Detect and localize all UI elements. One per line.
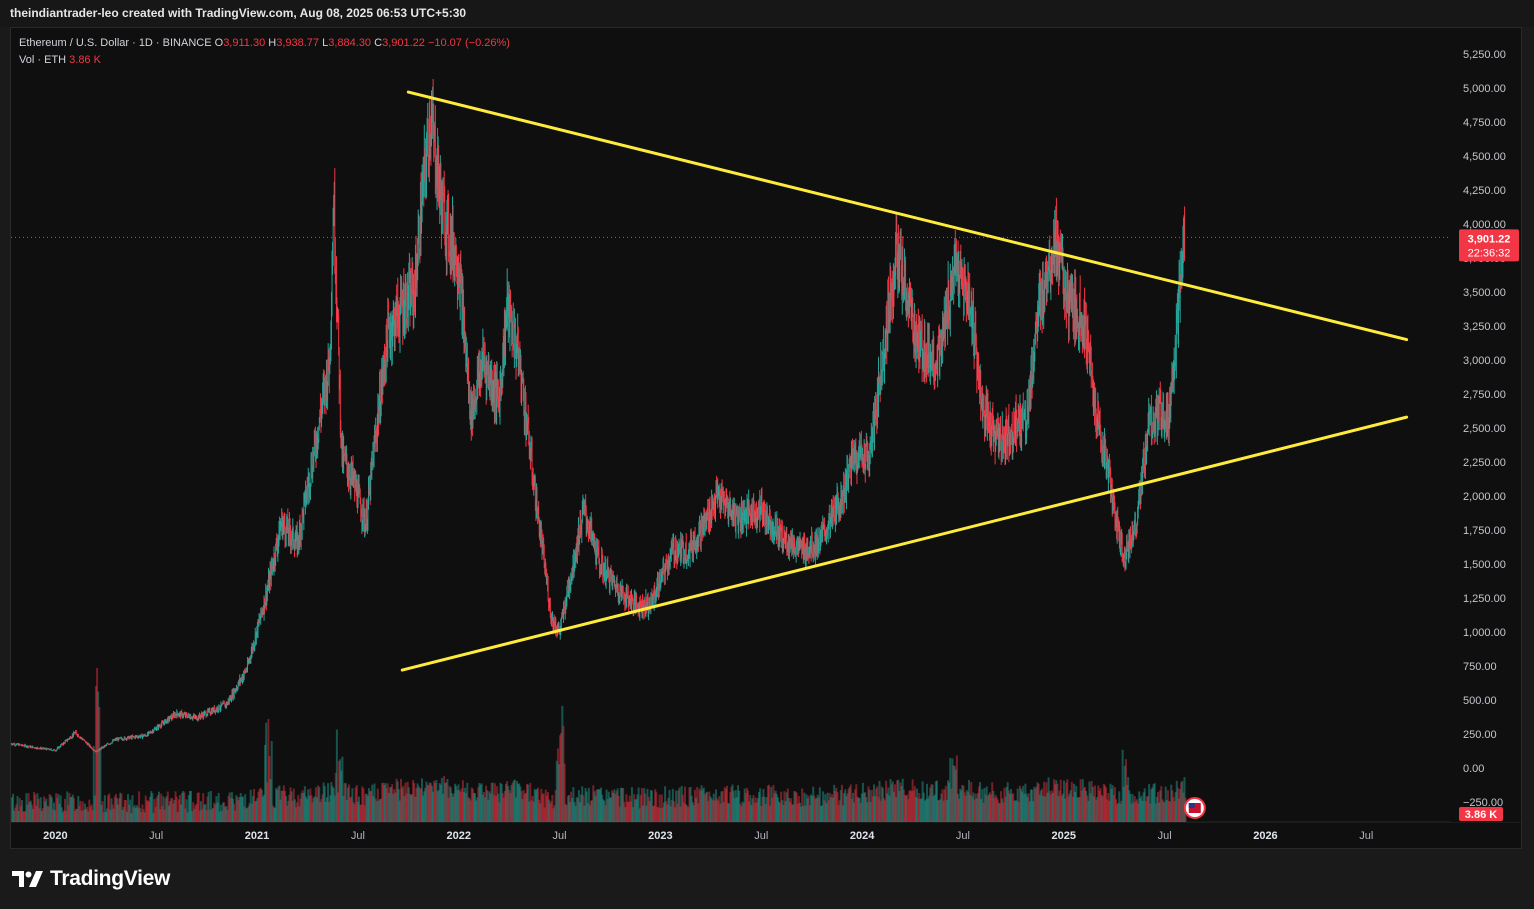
attribution-text: theindiantrader-leo created with Trading… — [10, 6, 467, 20]
y-tick-label: 3,500.00 — [1463, 287, 1506, 299]
y-tick-label: 4,250.00 — [1463, 185, 1506, 197]
volume-group — [11, 667, 1187, 822]
y-tick-label: 5,000.00 — [1463, 83, 1506, 95]
us-flag-event-icon[interactable] — [1183, 797, 1206, 819]
chart-legend: Ethereum / U.S. Dollar · 1D · BINANCE O3… — [19, 35, 510, 69]
y-tick-label: 4,500.00 — [1463, 151, 1506, 163]
y-tick-label: 3,000.00 — [1463, 355, 1506, 367]
x-tick-label: Jul — [956, 830, 970, 842]
x-tick-label: 2022 — [446, 830, 470, 842]
open-value: 3,911.30 — [223, 37, 266, 49]
y-tick-label: 1,500.00 — [1463, 559, 1506, 571]
open-label: O — [214, 37, 224, 49]
tradingview-brand[interactable]: TradingView — [12, 867, 170, 891]
ascending-support-trendline — [400, 415, 1409, 672]
y-tick-label: 250.00 — [1463, 729, 1497, 741]
symbol-label[interactable]: Ethereum / U.S. Dollar · 1D · BINANCE — [19, 37, 212, 49]
brand-text: TradingView — [50, 867, 171, 890]
volume-value: 3.86 K — [69, 54, 101, 66]
y-tick-label: 2,500.00 — [1463, 423, 1506, 435]
x-tick-label: 2026 — [1253, 830, 1277, 842]
y-tick-label: 4,750.00 — [1463, 117, 1506, 129]
flag-canton — [1188, 803, 1195, 808]
y-tick-label: 1,750.00 — [1463, 525, 1506, 537]
y-tick-label: 2,000.00 — [1463, 491, 1506, 503]
y-tick-label: 750.00 — [1463, 661, 1497, 673]
close-label: C — [374, 37, 383, 49]
y-tick-label: 2,250.00 — [1463, 457, 1506, 469]
volume-label[interactable]: Vol · ETH — [19, 54, 66, 66]
x-tick-label: 2023 — [648, 830, 672, 842]
x-tick-label: Jul — [149, 830, 163, 842]
volume-badge-value: 3.86 K — [1465, 809, 1497, 821]
high-value: 3,938.77 — [276, 37, 320, 49]
x-tick-label: 2025 — [1052, 830, 1076, 842]
x-tick-label: Jul — [1158, 830, 1172, 842]
y-tick-label: 1,250.00 — [1463, 593, 1506, 605]
x-tick-label: Jul — [754, 830, 768, 842]
y-tick-label: 3,250.00 — [1463, 321, 1506, 333]
x-tick-label: Jul — [553, 830, 567, 842]
price-chart[interactable]: 5,250.00 5,000.00 4,750.00 4,500.00 4,250.00… — [11, 28, 1521, 848]
x-tick-label: 2020 — [43, 830, 67, 842]
footer: TradingView — [0, 849, 1534, 909]
y-tick-label: 5,250.00 — [1463, 49, 1506, 61]
ohlc-row: Ethereum / U.S. Dollar · 1D · BINANCE O3… — [19, 35, 510, 52]
low-value: 3,884.30 — [328, 37, 372, 49]
change-value: −10.07 (−0.26%) — [427, 37, 510, 49]
y-tick-label: 500.00 — [1463, 695, 1497, 707]
price-badge-countdown: 22:36:32 — [1468, 247, 1511, 259]
close-value: 3,901.22 — [382, 37, 425, 49]
y-tick-label: 1,000.00 — [1463, 627, 1506, 639]
chart-frame[interactable]: 5,250.00 5,000.00 4,750.00 4,500.00 4,250.00… — [10, 27, 1522, 849]
y-tick-label: 2,750.00 — [1463, 389, 1506, 401]
x-tick-label: Jul — [1359, 830, 1373, 842]
price-badge-value: 3,901.22 — [1468, 233, 1511, 245]
volume-badge: 3.86 K — [1459, 807, 1503, 821]
candles-group — [11, 78, 1186, 753]
y-tick-label: 0.00 — [1463, 763, 1484, 775]
y-tick-label: 4,000.00 — [1463, 219, 1506, 231]
volume-row: Vol · ETH 3.86 K — [19, 52, 510, 69]
attribution-bar: theindiantrader-leo created with Trading… — [0, 0, 1534, 27]
x-tick-label: Jul — [351, 830, 365, 842]
x-tick-label: 2021 — [245, 830, 269, 842]
x-tick-label: 2024 — [850, 830, 875, 842]
price-badge[interactable]: 3,901.22 22:36:32 — [1459, 229, 1519, 262]
tradingview-logo-icon — [12, 871, 43, 887]
